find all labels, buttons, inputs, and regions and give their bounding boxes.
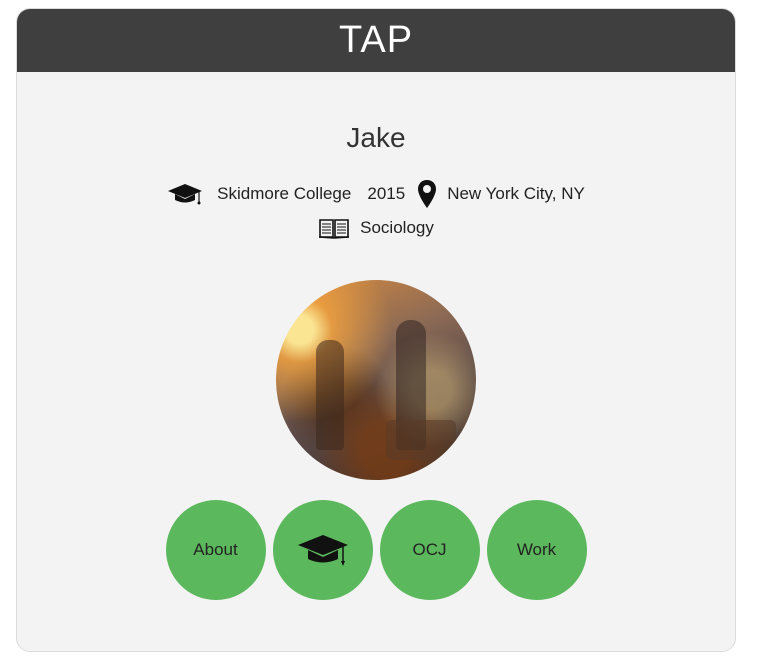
school-name: Skidmore College: [217, 184, 352, 203]
photo-figure: [316, 340, 344, 450]
graduation-cap-icon: [167, 182, 203, 206]
open-book-icon: [318, 217, 350, 239]
map-pin-icon: [417, 179, 437, 209]
graduation-year: 2015: [367, 184, 406, 203]
profile-card: TAP Jake Skidmore College 2015 New York …: [16, 8, 736, 652]
ocj-button[interactable]: OCJ: [379, 500, 480, 600]
work-button[interactable]: Work: [486, 500, 587, 600]
app-header: TAP: [17, 9, 735, 72]
education-button[interactable]: [272, 500, 373, 600]
profile-name: Jake: [346, 122, 406, 153]
profile-info-row: Skidmore College 2015 New York City, NY: [17, 179, 735, 209]
photo-table: [386, 420, 456, 460]
major-name: Sociology: [360, 218, 434, 237]
app-title: TAP: [338, 19, 414, 61]
location: New York City, NY: [447, 184, 585, 203]
graduation-cap-icon: [296, 532, 350, 568]
section-nav: About OCJ Work: [17, 500, 735, 600]
major-row: Sociology: [17, 217, 735, 239]
about-button[interactable]: About: [165, 500, 266, 600]
profile-photo: [276, 280, 476, 480]
